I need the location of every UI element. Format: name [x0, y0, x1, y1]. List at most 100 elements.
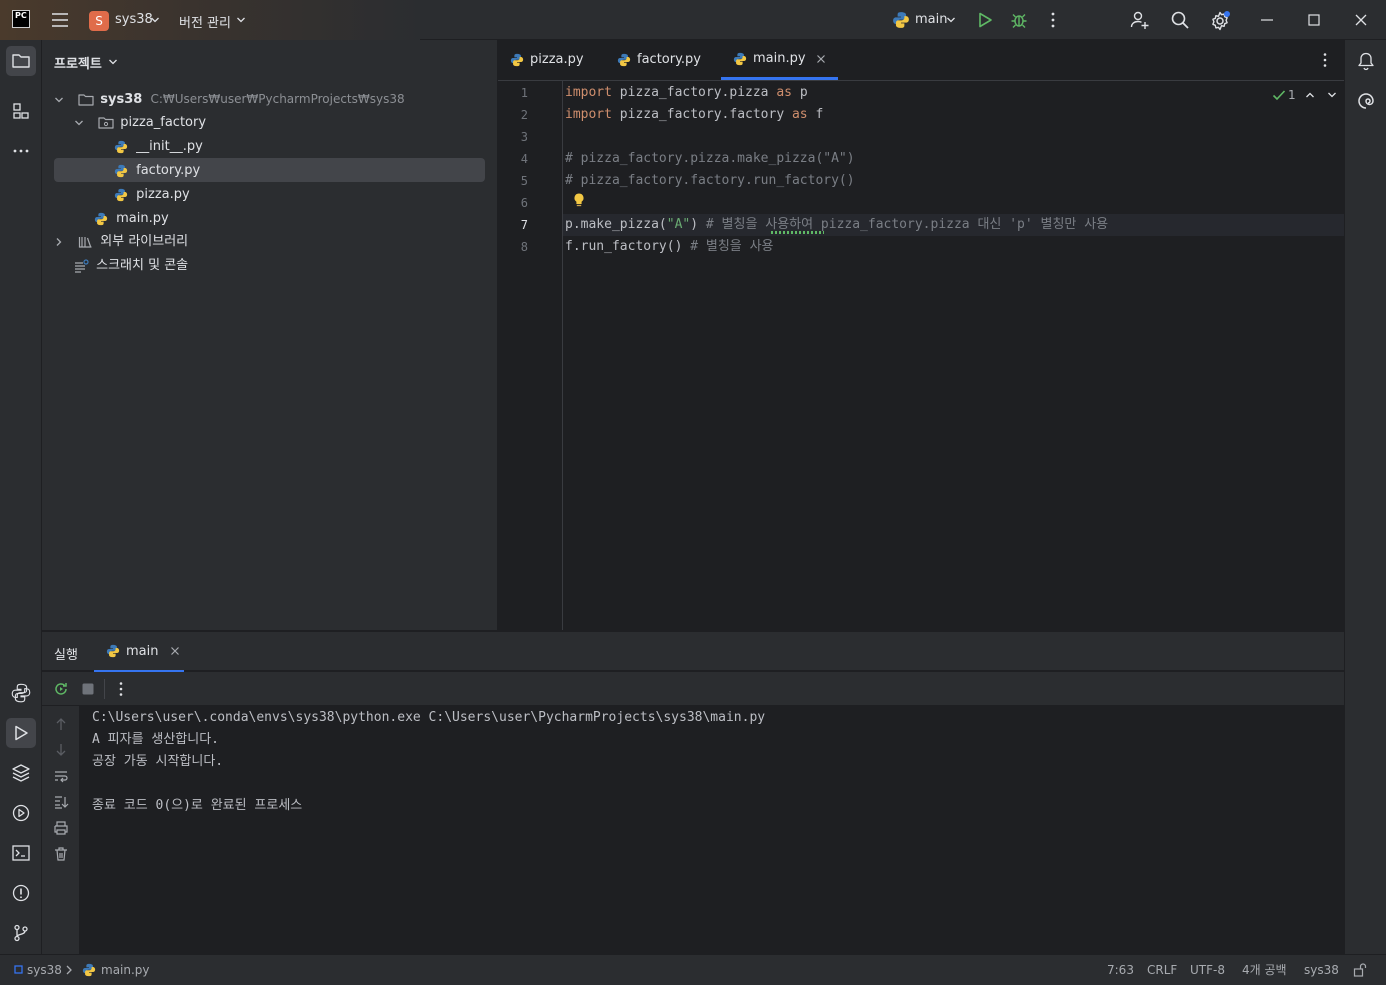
vcs-menu[interactable]: 버전 관리 — [179, 12, 231, 31]
close-tab-icon[interactable] — [816, 54, 826, 64]
breadcrumb-file[interactable]: main.py — [101, 955, 150, 985]
pycharm-logo[interactable]: PC — [12, 10, 30, 28]
indent-setting[interactable]: 4개 공백 — [1242, 955, 1287, 985]
print-icon[interactable] — [53, 820, 69, 836]
code-token: ) — [690, 217, 706, 232]
close-tab-icon[interactable] — [170, 646, 180, 656]
chevron-down-icon[interactable] — [946, 15, 956, 25]
trash-icon[interactable] — [53, 846, 69, 862]
tabs-more-icon[interactable] — [1317, 52, 1333, 68]
chevron-up-icon[interactable] — [1305, 90, 1315, 100]
run-console[interactable] — [80, 706, 1344, 954]
more-actions-icon[interactable] — [1045, 11, 1061, 29]
check-icon — [1272, 89, 1286, 101]
add-user-icon[interactable] — [1130, 10, 1150, 30]
tree-item-pizza-factory[interactable]: pizza_factory — [74, 111, 206, 135]
terminal-tool-icon[interactable] — [6, 838, 36, 868]
editor-gutter: 1 2 3 4 5 6 7 8 — [498, 81, 563, 630]
chevron-right-icon[interactable] — [54, 237, 70, 247]
console-line: 공장 가동 시작합니다. — [92, 754, 224, 769]
tab-pizza-py[interactable]: pizza.py — [510, 40, 584, 80]
line-number: 6 — [520, 196, 528, 210]
run-icon[interactable] — [976, 11, 994, 29]
tree-root-path: C:₩Users₩user₩PycharmProjects₩sys38 — [150, 92, 405, 106]
tree-item-label: 외부 라이브러리 — [100, 234, 189, 249]
right-tool-strip — [1344, 40, 1386, 954]
code-token: # 별칭을 사용하여 pizza_factory.pizza 대신 'p' 별칭… — [705, 217, 1109, 232]
arrow-down-icon[interactable] — [53, 742, 69, 758]
soft-wrap-icon[interactable] — [53, 768, 69, 784]
tree-root-label: sys38 — [100, 92, 143, 107]
code-token: p.make_pizza( — [565, 217, 667, 232]
tab-factory-py[interactable]: factory.py — [617, 40, 701, 80]
lock-icon[interactable] — [1353, 955, 1367, 985]
arrow-up-icon[interactable] — [53, 716, 69, 732]
file-encoding[interactable]: UTF-8 — [1190, 955, 1225, 985]
line-number: 5 — [520, 174, 528, 188]
python-file-icon — [510, 53, 524, 67]
rerun-icon[interactable] — [53, 681, 69, 697]
chevron-down-icon[interactable] — [54, 95, 70, 105]
close-window-icon[interactable] — [1353, 11, 1369, 29]
notifications-bell-icon[interactable] — [1351, 46, 1381, 76]
git-tool-icon[interactable] — [6, 918, 36, 948]
tree-item-scratches-consoles[interactable]: 스크래치 및 콘솔 — [74, 254, 188, 278]
run-tool-icon[interactable] — [6, 718, 36, 748]
chevron-down-icon[interactable] — [150, 15, 160, 25]
services-tool-icon[interactable] — [6, 798, 36, 828]
python-file-icon — [114, 140, 132, 154]
code-token: import — [565, 85, 612, 100]
folder-icon — [78, 93, 96, 107]
maximize-icon[interactable] — [1306, 11, 1322, 29]
tree-item-main-py[interactable]: main.py — [94, 207, 169, 231]
more-tools-icon[interactable] — [6, 136, 36, 166]
problems-tool-icon[interactable] — [6, 878, 36, 908]
lightbulb-icon[interactable] — [572, 192, 586, 208]
run-config-selector[interactable]: main — [915, 12, 947, 27]
more-actions-icon[interactable] — [113, 681, 129, 697]
code-token: pizza_factory.pizza — [611, 85, 777, 100]
search-icon[interactable] — [1170, 10, 1190, 30]
line-ending[interactable]: CRLF — [1147, 955, 1177, 985]
breadcrumb-project[interactable]: sys38 — [27, 955, 62, 985]
editor-tabs: pizza.py factory.py main.py — [498, 40, 1344, 81]
tree-item-factory-py[interactable]: factory.py — [114, 159, 200, 183]
line-number: 2 — [520, 108, 528, 122]
scratches-icon — [74, 258, 92, 273]
inspection-widget[interactable]: 1 — [1272, 88, 1296, 102]
chevron-down-icon[interactable] — [236, 15, 246, 25]
minimize-icon[interactable] — [1259, 11, 1275, 29]
caret-position[interactable]: 7:63 — [1107, 955, 1134, 985]
python-console-icon[interactable] — [6, 678, 36, 708]
python-interpreter[interactable]: sys38 — [1304, 955, 1339, 985]
code-token: pizza_factory.factory — [611, 107, 792, 122]
structure-tool-icon[interactable] — [6, 96, 36, 126]
ai-assistant-icon[interactable] — [1351, 86, 1381, 116]
run-tab-main[interactable]: main — [94, 632, 184, 672]
scroll-to-end-icon[interactable] — [53, 794, 69, 810]
tree-item-pizza-py[interactable]: pizza.py — [114, 183, 190, 207]
tree-item-init-py[interactable]: __init__.py — [114, 135, 203, 159]
project-tool-icon[interactable] — [6, 46, 36, 76]
tree-item-label: pizza.py — [136, 187, 190, 202]
tab-main-py[interactable]: main.py — [721, 40, 838, 80]
chevron-down-icon[interactable] — [1327, 90, 1337, 100]
debug-icon[interactable] — [1010, 11, 1028, 29]
main-menu-icon[interactable] — [50, 11, 70, 29]
layers-tool-icon[interactable] — [6, 758, 36, 788]
chevron-down-icon[interactable] — [74, 118, 90, 128]
inspection-count: 1 — [1288, 88, 1296, 102]
stop-icon[interactable] — [82, 683, 94, 695]
project-badge[interactable]: S — [89, 11, 109, 31]
project-panel-title[interactable]: 프로젝트 — [54, 53, 102, 72]
tree-root-sys38[interactable]: sys38 C:₩Users₩user₩PycharmProjects₩sys3… — [54, 87, 405, 111]
project-name[interactable]: sys38 — [115, 12, 153, 27]
chevron-right-icon — [64, 955, 74, 985]
tree-item-external-libraries[interactable]: 외부 라이브러리 — [54, 230, 188, 254]
settings-gear-icon[interactable] — [1210, 10, 1232, 32]
module-icon — [14, 955, 24, 985]
code-token: as — [776, 85, 792, 100]
chevron-down-icon[interactable] — [108, 57, 118, 67]
run-tab-label: main — [126, 643, 159, 659]
project-panel: 프로젝트 sys38 C:₩Users₩user₩PycharmProjects… — [42, 40, 498, 630]
